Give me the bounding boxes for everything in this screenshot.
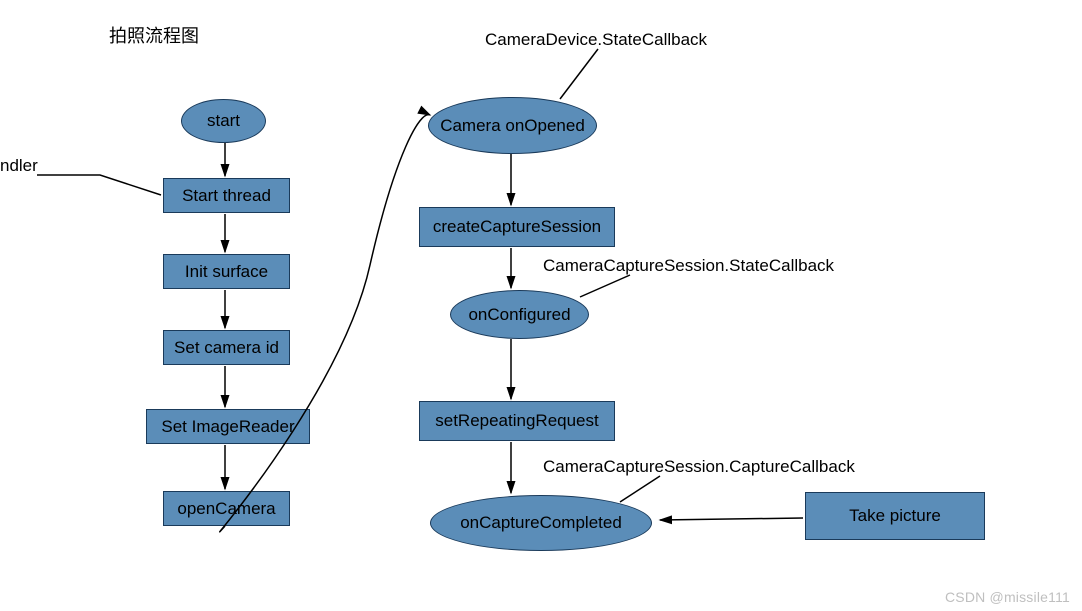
node-on-configured: onConfigured [450,290,589,339]
node-label: Take picture [849,506,941,526]
annot-session-state-callback: CameraCaptureSession.StateCallback [543,256,834,276]
node-set-image-reader: Set ImageReader [146,409,310,444]
watermark: CSDN @missile111 [945,589,1070,605]
annot-device-state-callback: CameraDevice.StateCallback [485,30,707,50]
annot-capture-callback: CameraCaptureSession.CaptureCallback [543,457,855,477]
side-label-ndler: ndler [0,156,38,176]
node-on-capture-completed: onCaptureCompleted [430,495,652,551]
node-label: createCaptureSession [433,217,601,237]
node-start-thread: Start thread [163,178,290,213]
node-start: start [181,99,266,143]
node-label: start [207,111,240,131]
node-camera-on-opened: Camera onOpened [428,97,597,154]
node-label: Set ImageReader [161,417,294,437]
node-label: Start thread [182,186,271,206]
node-create-capture-session: createCaptureSession [419,207,615,247]
node-set-repeating-request: setRepeatingRequest [419,401,615,441]
node-set-camera-id: Set camera id [163,330,290,365]
page-title: 拍照流程图 [109,22,199,48]
node-label: onCaptureCompleted [460,513,622,533]
node-init-surface: Init surface [163,254,290,289]
node-label: Init surface [185,262,268,282]
flowchart-canvas: 拍照流程图 ndler start Start thread Init surf… [0,0,1082,611]
node-label: Set camera id [174,338,279,358]
node-label: openCamera [177,499,275,519]
node-label: setRepeatingRequest [435,411,599,431]
node-label: Camera onOpened [440,116,585,136]
node-label: onConfigured [468,305,570,325]
node-open-camera: openCamera [163,491,290,526]
node-take-picture: Take picture [805,492,985,540]
